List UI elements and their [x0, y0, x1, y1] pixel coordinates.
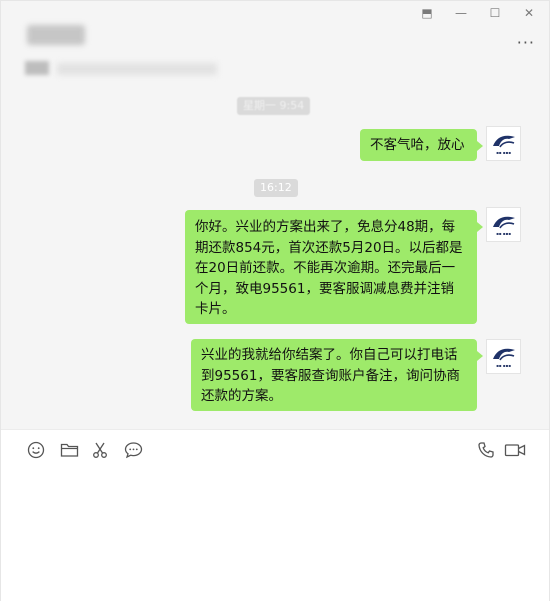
- contact-status-redacted: [57, 63, 217, 75]
- message-list[interactable]: 星期一 9:54 不客气哈，放心 ▪▪ ▪▪▪ 16:12 你好。兴业的方案出来…: [1, 89, 549, 429]
- message-bubble[interactable]: 你好。兴业的方案出来了，免息分48期，每期还款854元，首次还款5月20日。以后…: [185, 210, 483, 324]
- avatar-caption: ▪▪ ▪▪▪: [496, 363, 511, 368]
- chat-bubble-icon[interactable]: [123, 440, 143, 460]
- phone-icon[interactable]: [476, 440, 496, 460]
- avatar-logo-icon: [492, 348, 515, 361]
- message-bubble[interactable]: 不客气哈，放心: [360, 129, 483, 161]
- video-icon[interactable]: [504, 440, 526, 460]
- avatar-logo-icon: [492, 216, 515, 229]
- close-button[interactable]: ✕: [519, 5, 539, 21]
- more-options-button[interactable]: ···: [517, 33, 535, 52]
- avatar[interactable]: ▪▪ ▪▪▪: [486, 207, 521, 242]
- folder-icon[interactable]: [59, 440, 79, 460]
- chat-header: ⬒ — ☐ ✕ ···: [1, 1, 549, 89]
- input-toolbar: [1, 429, 549, 469]
- avatar[interactable]: ▪▪ ▪▪▪: [486, 126, 521, 161]
- chat-window: ⬒ — ☐ ✕ ··· 星期一 9:54 不客气哈，放心 ▪▪ ▪▪▪ 16:1…: [0, 0, 550, 601]
- message-bubble[interactable]: 兴业的我就给你结案了。你自己可以打电话到95561，要客服查询账户备注，询问协商…: [191, 339, 483, 411]
- maximize-button[interactable]: ☐: [485, 5, 505, 21]
- emoji-icon[interactable]: [26, 440, 46, 460]
- avatar-caption: ▪▪ ▪▪▪: [496, 150, 511, 155]
- avatar-caption: ▪▪ ▪▪▪: [496, 231, 511, 236]
- timestamp: 星期一 9:54: [237, 97, 311, 115]
- avatar-logo-icon: [492, 135, 515, 148]
- message-input[interactable]: [1, 469, 549, 601]
- contact-name-redacted: [27, 25, 85, 45]
- contact-status-redacted: [25, 61, 49, 75]
- scissors-icon[interactable]: [90, 440, 110, 460]
- pin-icon[interactable]: ⬒: [417, 5, 437, 21]
- avatar[interactable]: ▪▪ ▪▪▪: [486, 339, 521, 374]
- timestamp: 16:12: [254, 179, 298, 197]
- minimize-button[interactable]: —: [451, 5, 471, 21]
- window-controls: ⬒ — ☐ ✕: [417, 5, 539, 21]
